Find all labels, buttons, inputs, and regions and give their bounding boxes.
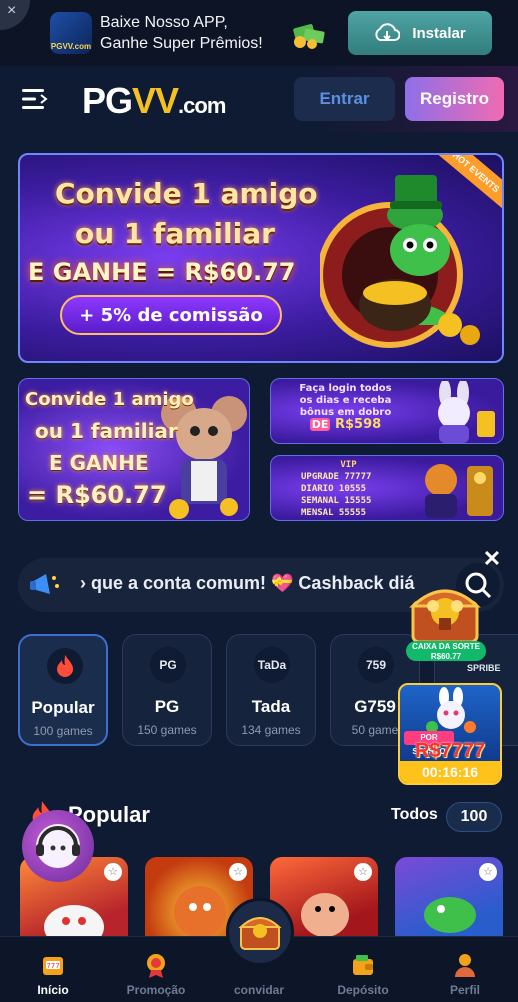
tiger-mascot-illustration — [425, 464, 493, 518]
vip-row: UPGRADE 77777 — [301, 472, 372, 482]
daily-amount-value: R$598 — [334, 417, 382, 432]
promo-banner-daily-login[interactable]: Faça login todos os dias e receba bônus … — [270, 378, 504, 444]
commission-pill: + 5% de comissão — [60, 295, 282, 335]
promo-line-1: Convide 1 amigo — [55, 177, 318, 210]
site-header: PGVV.com Entrar Registro — [0, 66, 518, 132]
nav-label: Perfil — [449, 983, 480, 997]
nav-profile[interactable]: Perfil — [420, 937, 510, 1002]
session-amount: R$7777 — [414, 740, 486, 762]
banner-line-1: Baixe Nosso APP, — [100, 14, 228, 31]
daily-line-1: Faça login todos — [299, 383, 392, 394]
promo-small-line-1: Convide 1 amigo — [25, 389, 194, 410]
vip-row: SEMANAL 15555 — [301, 496, 372, 506]
promo-line-2: ou 1 familiar — [75, 217, 275, 250]
close-icon[interactable]: × — [0, 0, 30, 30]
nav-deposit[interactable]: Depósito — [318, 937, 408, 1002]
nav-label: convidar — [233, 983, 284, 997]
category-popular[interactable]: Popular 100 games — [18, 634, 108, 746]
site-logo[interactable]: PGVV.com — [82, 80, 226, 122]
invite-center-button[interactable] — [226, 898, 294, 966]
favorite-icon[interactable]: ☆ — [104, 863, 122, 881]
logo-suffix: .com — [178, 93, 226, 118]
promo-small-line-3: E GANHE — [49, 451, 149, 475]
megaphone-icon — [30, 574, 59, 594]
install-label: Instalar — [412, 24, 466, 42]
session-timer: 00:16:16 — [400, 761, 500, 783]
rabbit-mascot-illustration — [438, 381, 495, 443]
tada-logo-icon: TaDa — [254, 647, 290, 683]
svg-text:777: 777 — [46, 962, 59, 970]
flame-icon — [47, 648, 83, 684]
headset-icon — [36, 824, 80, 868]
daily-line-2: os dias e receba — [299, 395, 392, 406]
nav-home[interactable]: 777 Início — [8, 937, 98, 1002]
lucky-box-label: CAIXA DA SORTE R$60.77 — [406, 641, 486, 661]
rabbit-mascot-illustration — [426, 687, 476, 733]
menu-icon[interactable] — [22, 87, 48, 111]
nav-promo[interactable]: Promoção — [111, 937, 201, 1002]
promo-line-3: E GANHE = R$60.77 — [28, 258, 296, 286]
nav-label: Promoção — [126, 983, 186, 997]
category-name: PG — [154, 697, 180, 716]
nav-label: Depósito — [337, 983, 389, 997]
snake-mascot-illustration — [320, 175, 480, 348]
cloud-download-icon — [375, 23, 401, 41]
login-button[interactable]: Entrar — [294, 77, 395, 121]
app-download-banner: × PGVV.com Baixe Nosso APP, Ganhe Super … — [0, 0, 518, 66]
spribe-logo: SPRIBE — [467, 663, 501, 673]
daily-amount: DE R$598 — [283, 417, 408, 432]
coins-icon — [293, 24, 325, 49]
nav-label: Início — [37, 983, 69, 997]
daily-prefix: DE — [309, 418, 331, 431]
vip-text: VIP UPGRADE 77777 DIARIO 10555 SEMANAL 1… — [301, 459, 396, 519]
banner-line-2: Ganhe Super Prêmios! — [100, 35, 263, 52]
pg-logo-icon: PG — [150, 647, 186, 683]
daily-login-text: Faça login todos os dias e receba bônus … — [283, 383, 408, 431]
category-name: Tada — [251, 697, 291, 716]
wallet-icon — [353, 955, 373, 975]
support-chat-button[interactable] — [22, 810, 94, 882]
install-button[interactable]: Instalar — [348, 11, 492, 55]
g759-logo-icon: 759 — [358, 647, 394, 683]
promo-banner-invite[interactable]: Convide 1 amigo ou 1 familiar E GANHE = … — [18, 153, 504, 363]
medal-icon — [147, 954, 165, 978]
treasure-chest-icon — [238, 917, 282, 950]
category-pg[interactable]: PG PG 150 games — [122, 634, 212, 746]
register-button[interactable]: Registro — [405, 77, 504, 121]
promo-small-line-2: ou 1 familiar — [35, 419, 178, 443]
category-count: 150 games — [137, 723, 197, 737]
marquee-text: › que a conta comum! 💝 Cashback diá — [80, 573, 415, 593]
promo-banner-vip[interactable]: VIP UPGRADE 77777 DIARIO 10555 SEMANAL 1… — [270, 455, 504, 521]
vip-title: VIP — [340, 460, 357, 470]
slot-machine-icon: 777 — [43, 957, 63, 975]
banner-text: Baixe Nosso APP, Ganhe Super Prêmios! — [100, 12, 263, 54]
view-all-link[interactable]: Todos — [391, 806, 438, 824]
session-prize-widget[interactable]: POR SESSÃO R$7777 00:16:16 — [398, 683, 502, 785]
vip-row: DIARIO 10555 — [301, 484, 367, 494]
user-icon — [455, 954, 475, 977]
logo-vv: VV — [132, 80, 179, 121]
logo-main: PG — [82, 80, 133, 121]
category-count: 100 games — [33, 724, 93, 738]
app-logo: PGVV.com — [50, 12, 92, 54]
view-all-count[interactable]: 100 — [446, 802, 502, 832]
category-count: 134 games — [241, 723, 301, 737]
promo-banner-invite-small[interactable]: Convide 1 amigo ou 1 familiar E GANHE = … — [18, 378, 250, 521]
game-tile[interactable]: ☆ — [395, 857, 503, 947]
promo-small-line-4: = R$60.77 — [27, 481, 167, 509]
category-tada[interactable]: TaDa Tada 134 games — [226, 634, 316, 746]
category-name: Popular — [31, 698, 95, 717]
close-icon[interactable]: ✕ — [481, 548, 503, 571]
vip-row: MENSAL 55555 — [301, 508, 367, 518]
